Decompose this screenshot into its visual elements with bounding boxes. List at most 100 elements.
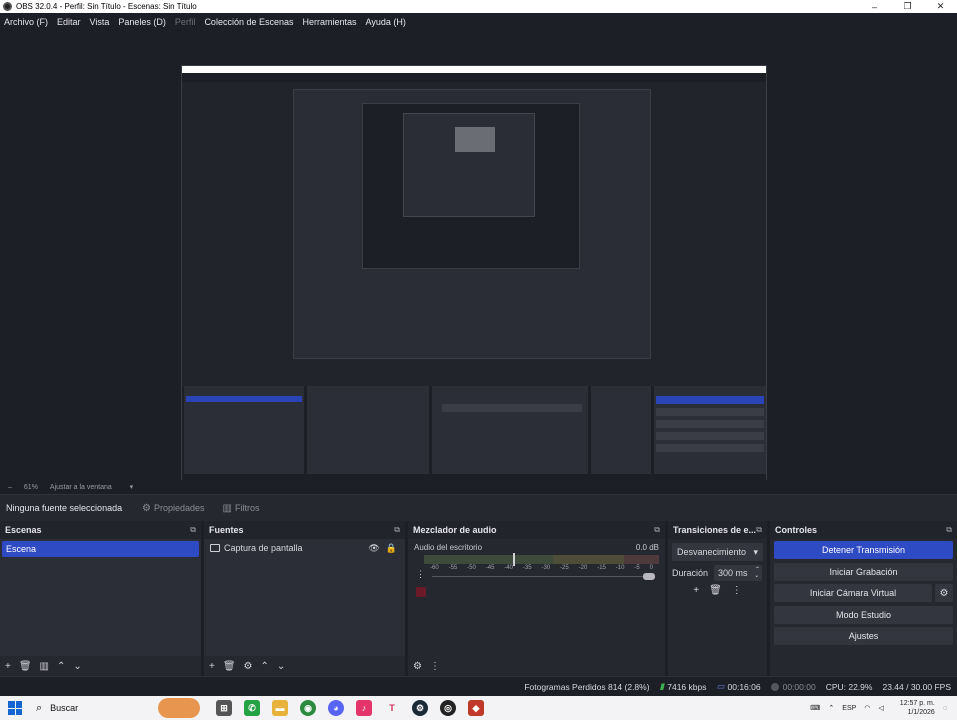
properties-button[interactable]: ⚙ Propiedades <box>136 499 211 517</box>
search-icon: ⌕ <box>36 701 43 714</box>
add-transition-icon[interactable]: + <box>693 585 699 596</box>
minimize-button[interactable]: – <box>858 0 891 13</box>
bitrate-indicator: ▮ 7416 kbps <box>659 681 707 692</box>
record-timer: 00:00:00 <box>770 682 816 692</box>
float-dock-icon[interactable]: ⧉ <box>946 525 952 535</box>
scenes-title: Escenas <box>5 525 42 535</box>
meter-ticks: -60 -55 -50 -45 -40 -35 -30 -25 -20 -15 -10 -5 0 <box>430 565 653 571</box>
controls-dock: Controles ⧉ Detener Transmisión Iniciar G… <box>770 521 957 676</box>
maximize-button[interactable]: ❐ <box>891 0 924 13</box>
filters-button[interactable]: ▥ Filtros <box>217 499 266 517</box>
channel-name: Audio del escritorio <box>414 543 483 552</box>
start-recording-button[interactable]: Iniciar Grabación <box>774 562 953 581</box>
discord-icon[interactable]: ◕ <box>328 700 344 716</box>
menu-editar[interactable]: Editar <box>57 17 81 27</box>
stop-stream-button[interactable]: Detener Transmisión <box>774 541 953 559</box>
taskbar-search[interactable]: ⌕ Buscar <box>36 702 154 715</box>
whatsapp-icon[interactable]: ✆ <box>244 700 260 716</box>
volume-slider[interactable] <box>432 573 655 580</box>
widget-icon[interactable] <box>158 698 200 718</box>
cpu-usage: CPU: 22.9% <box>825 681 873 692</box>
menu-vista[interactable]: Vista <box>90 17 110 27</box>
gear-icon: ⚙ <box>142 502 151 514</box>
mute-icon[interactable] <box>416 587 426 597</box>
spin-down-icon[interactable]: ⌄ <box>754 573 759 579</box>
task-view-icon[interactable]: ⊞ <box>216 700 232 716</box>
controls-title: Controles <box>775 525 818 535</box>
chevron-up-icon[interactable]: ⌃ <box>828 704 834 712</box>
stream-icon: ▭ <box>716 681 725 691</box>
record-icon <box>770 682 779 691</box>
source-toolbar: Ninguna fuente seleccionada ⚙ Propiedade… <box>0 494 957 521</box>
scene-item[interactable]: Escena <box>2 541 199 557</box>
remove-scene-icon[interactable]: 🗑 <box>19 661 32 672</box>
float-dock-icon[interactable]: ⧉ <box>190 525 196 535</box>
float-dock-icon[interactable]: ⧉ <box>756 525 762 535</box>
file-explorer-icon[interactable]: ▬ <box>272 700 288 716</box>
scene-filters-icon[interactable]: ▥ <box>40 661 49 672</box>
menu-herramientas[interactable]: Herramientas <box>303 17 357 27</box>
typora-icon[interactable]: T <box>384 700 400 716</box>
captured-screen-preview <box>181 65 767 506</box>
wifi-icon[interactable]: ◠ <box>864 704 870 712</box>
visibility-eye-icon[interactable]: 👁 <box>368 543 379 554</box>
remove-transition-icon[interactable]: 🗑 <box>709 585 722 596</box>
move-down-icon[interactable]: ⌄ <box>277 661 285 672</box>
sources-title: Fuentes <box>209 525 244 535</box>
zoom-fit-dropdown[interactable]: Ajustar a la ventana ▾ <box>50 483 133 491</box>
add-scene-icon[interactable]: + <box>5 661 11 672</box>
virtual-camera-settings-icon[interactable]: ⚙ <box>935 584 953 602</box>
studio-mode-button[interactable]: Modo Estudio <box>774 605 953 624</box>
windows-start-icon[interactable] <box>8 701 22 715</box>
transition-menu-icon[interactable]: ⋮ <box>732 585 742 596</box>
settings-button[interactable]: Ajustes <box>774 627 953 645</box>
chevron-down-icon: ▾ <box>753 546 758 557</box>
duration-label: Duración <box>672 568 709 578</box>
channel-menu-icon[interactable]: ⋮ <box>416 569 425 580</box>
float-dock-icon[interactable]: ⧉ <box>654 525 660 535</box>
zoom-out-icon[interactable]: – <box>8 484 12 491</box>
mixer-menu-icon[interactable]: ⋮ <box>430 661 440 672</box>
move-down-icon[interactable]: ⌄ <box>73 661 81 672</box>
chrome-icon[interactable]: ◉ <box>300 700 316 716</box>
title-bar: OBS 32.0.4 - Perfil: Sin Título - Escena… <box>0 0 957 13</box>
menu-coleccion-escenas[interactable]: Colección de Escenas <box>204 17 293 27</box>
notifications-icon[interactable]: ◌ <box>943 705 947 712</box>
menu-paneles[interactable]: Paneles (D) <box>118 17 166 27</box>
obs-logo-icon <box>3 2 12 11</box>
source-item[interactable]: Captura de pantalla 👁 🔒 <box>204 539 405 557</box>
audio-mixer-dock: Mezclador de audio ⧉ Audio del escritorio… <box>408 521 665 676</box>
duration-spinbox[interactable]: 300 ms ⌃ ⌄ <box>714 565 763 581</box>
no-source-label: Ninguna fuente seleccionada <box>6 503 123 513</box>
language-indicator[interactable]: ESP <box>842 705 856 712</box>
obs-taskbar-icon[interactable]: ◎ <box>440 700 456 716</box>
move-up-icon[interactable]: ⌃ <box>261 661 269 672</box>
game-app-icon[interactable]: ◆ <box>468 700 484 716</box>
move-up-icon[interactable]: ⌃ <box>57 661 65 672</box>
scenes-dock: Escenas ⧉ Escena + 🗑 ▥ ⌃ ⌄ <box>0 521 201 676</box>
lock-icon[interactable]: 🔒 <box>386 543 397 554</box>
clock[interactable]: 12:57 p. m. 1/1/2026 <box>892 699 935 717</box>
start-virtual-camera-button[interactable]: Iniciar Cámara Virtual <box>774 584 932 602</box>
source-properties-icon[interactable]: ⚙ <box>244 661 253 672</box>
signal-icon: ▮ <box>659 681 665 691</box>
remove-source-icon[interactable]: 🗑 <box>223 661 236 672</box>
steam-icon[interactable]: ⚙ <box>412 700 428 716</box>
advanced-audio-icon[interactable]: ⚙ <box>413 661 422 672</box>
transition-select[interactable]: Desvanecimiento ▾ <box>672 543 763 561</box>
menu-perfil[interactable]: Perfil <box>175 17 196 27</box>
mixer-title: Mezclador de audio <box>413 525 497 535</box>
menu-archivo[interactable]: Archivo (F) <box>4 17 48 27</box>
float-dock-icon[interactable]: ⧉ <box>394 525 400 535</box>
close-button[interactable]: ✕ <box>924 0 957 13</box>
keyboard-icon[interactable]: ⌨ <box>810 704 820 712</box>
zoom-level: 61% <box>23 483 38 491</box>
preview-canvas[interactable] <box>0 30 957 506</box>
stream-timer: ▭ 00:16:06 <box>716 681 761 692</box>
fps-readout: 23.44 / 30.00 FPS <box>882 681 951 692</box>
add-source-icon[interactable]: + <box>209 661 215 672</box>
os-taskbar: ⌕ Buscar ⊞ ✆ ▬ ◉ ◕ ♪ T ⚙ ◎ ◆ ⌨ ⌃ ESP ◠ ◁… <box>0 696 957 720</box>
volume-icon[interactable]: ◁ <box>878 704 883 712</box>
capcut-icon[interactable]: ♪ <box>356 700 372 716</box>
menu-ayuda[interactable]: Ayuda (H) <box>366 17 406 27</box>
